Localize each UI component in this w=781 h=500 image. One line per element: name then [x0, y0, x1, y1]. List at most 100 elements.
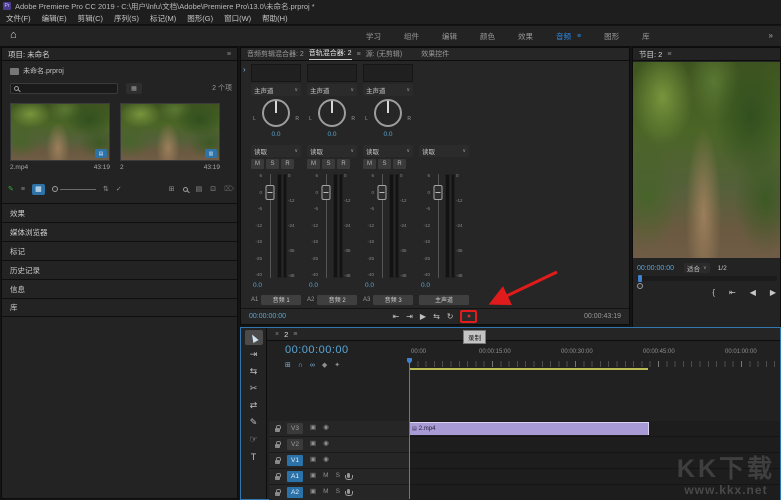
workspace-tab-learning[interactable]: 学习: [366, 31, 381, 42]
tab-audio-track-mixer-active[interactable]: 音轨混合器: 2: [309, 48, 352, 60]
automation-mode-dropdown[interactable]: 读取 ∨: [251, 145, 301, 157]
thumbnail-zoom-slider[interactable]: [52, 185, 96, 193]
menu-help[interactable]: 帮助(H): [262, 13, 287, 24]
time-ruler[interactable]: [409, 361, 780, 367]
volume-fader[interactable]: [431, 172, 444, 280]
program-scrubber[interactable]: [637, 276, 777, 281]
solo-button[interactable]: S: [336, 489, 340, 496]
automation-mode-dropdown[interactable]: 读取 ∨: [419, 145, 469, 157]
play-button[interactable]: ▶: [420, 313, 426, 321]
track-target-v2[interactable]: V2: [287, 439, 303, 450]
workspace-tab-assembly[interactable]: 组件: [404, 31, 419, 42]
pan-value[interactable]: 0.0: [251, 131, 301, 138]
hand-tool[interactable]: ☞: [245, 432, 263, 447]
program-current-time[interactable]: 00:00:00:00: [637, 265, 674, 272]
mute-button[interactable]: M: [323, 489, 328, 496]
track-name[interactable]: 音频 3: [373, 295, 413, 305]
menu-graphics[interactable]: 图形(G): [187, 13, 213, 24]
eye-icon[interactable]: ◉: [323, 425, 329, 432]
workspace-tab-graphics[interactable]: 图形: [604, 31, 619, 42]
selection-tool[interactable]: [245, 330, 263, 345]
solo-button[interactable]: S: [322, 159, 335, 169]
solo-button[interactable]: S: [378, 159, 391, 169]
mute-button[interactable]: M: [307, 159, 320, 169]
ripple-edit-tool[interactable]: ⇆: [245, 364, 263, 379]
solo-button[interactable]: S: [266, 159, 279, 169]
sort-icons-icon[interactable]: ⇅: [103, 185, 109, 193]
project-item-clip[interactable]: ▤ 2.mp4 43:19: [10, 103, 110, 171]
scrubber-knob[interactable]: [637, 283, 643, 289]
voiceover-mic-icon[interactable]: [347, 473, 350, 478]
menu-sequence[interactable]: 序列(S): [114, 13, 139, 24]
workspace-tab-libraries[interactable]: 库: [642, 31, 650, 42]
pan-value[interactable]: 0.0: [363, 131, 413, 138]
panel-tab-libraries[interactable]: 库: [2, 298, 237, 317]
track-select-tool[interactable]: ⇥: [245, 347, 263, 362]
filter-bin-button[interactable]: ▦: [126, 83, 142, 94]
eye-icon[interactable]: ◉: [323, 457, 329, 464]
panel-tab-media-browser[interactable]: 媒体浏览器: [2, 222, 237, 241]
workspace-tab-color[interactable]: 颜色: [480, 31, 495, 42]
pan-knob[interactable]: [318, 99, 346, 127]
panel-tab-markers[interactable]: 标记: [2, 241, 237, 260]
automation-mode-dropdown[interactable]: 读取 ∨: [363, 145, 413, 157]
mark-bracket-button[interactable]: {: [712, 288, 715, 297]
fader-handle[interactable]: [265, 185, 274, 200]
clear-icon[interactable]: ⌦: [224, 185, 234, 193]
volume-value[interactable]: 0.0: [363, 282, 413, 291]
snap-icon[interactable]: ∩: [298, 362, 303, 369]
list-view-icon[interactable]: ≡: [21, 186, 25, 193]
tab-audio-clip-mixer[interactable]: 音频剪辑混合器: 2: [247, 49, 304, 59]
record-arm-button[interactable]: R: [337, 159, 350, 169]
goto-out-button[interactable]: ⇥: [406, 313, 413, 321]
workspace-overflow-icon[interactable]: »: [769, 31, 773, 40]
project-item-sequence[interactable]: ▥ 2 43:19: [120, 103, 220, 171]
lock-icon[interactable]: [275, 444, 280, 448]
clip-thumbnail[interactable]: ▤: [10, 103, 110, 161]
goto-in-button[interactable]: ⇤: [393, 313, 400, 321]
eye-icon[interactable]: ◉: [323, 441, 329, 448]
playback-resolution[interactable]: 1/2: [718, 265, 727, 272]
workspace-tab-effects[interactable]: 效果: [518, 31, 533, 42]
type-tool[interactable]: T: [245, 449, 263, 464]
add-marker-icon[interactable]: ◆: [322, 361, 327, 369]
output-assign-dropdown[interactable]: 主声道 ∨: [251, 84, 301, 96]
linked-selection-icon[interactable]: ∞: [310, 362, 315, 369]
sync-lock-icon[interactable]: ▣: [310, 473, 316, 480]
mute-button[interactable]: M: [323, 473, 328, 480]
voiceover-mic-icon[interactable]: [347, 489, 350, 494]
play-button[interactable]: ▶: [770, 288, 776, 297]
tab-effect-controls[interactable]: 效果控件: [421, 49, 449, 59]
fx-sends-well[interactable]: [251, 64, 301, 82]
new-bin-icon[interactable]: ▤: [196, 185, 203, 193]
lock-icon[interactable]: [275, 460, 280, 464]
sequence-tab[interactable]: 2: [284, 330, 288, 339]
goto-in-button[interactable]: ⇤: [729, 288, 736, 297]
sync-lock-icon[interactable]: ▣: [310, 489, 316, 496]
menu-edit[interactable]: 编辑(E): [42, 13, 67, 24]
fader-handle[interactable]: [377, 185, 386, 200]
workspace-tab-menu-icon[interactable]: ≡: [577, 33, 581, 40]
close-icon[interactable]: ×: [275, 331, 279, 338]
volume-value[interactable]: 0.0: [307, 282, 357, 291]
workspace-tab-editing[interactable]: 编辑: [442, 31, 457, 42]
sync-lock-icon[interactable]: ▣: [310, 441, 316, 448]
panel-menu-icon[interactable]: ≡: [293, 331, 297, 338]
workspace-tab-audio-active[interactable]: 音频: [556, 31, 571, 42]
track-lane-v2[interactable]: [409, 437, 780, 453]
sync-lock-icon[interactable]: ▣: [310, 425, 316, 432]
track-target-a1[interactable]: A1: [287, 471, 303, 482]
automate-to-sequence-icon[interactable]: ⊞: [169, 185, 175, 193]
volume-fader[interactable]: [263, 172, 276, 280]
track-target-v1[interactable]: V1: [287, 455, 303, 466]
track-target-a2[interactable]: A2: [287, 487, 303, 498]
loop-button[interactable]: ↻: [447, 313, 454, 321]
tab-source-monitor[interactable]: 源: (无剪辑): [366, 49, 403, 59]
pan-value[interactable]: 0.0: [307, 131, 357, 138]
record-arm-button[interactable]: R: [393, 159, 406, 169]
slip-tool[interactable]: ⇄: [245, 398, 263, 413]
automation-mode-dropdown[interactable]: 读取 ∨: [307, 145, 357, 157]
panel-tab-info[interactable]: 信息: [2, 279, 237, 298]
timeline-current-time[interactable]: 00:00:00:00: [285, 344, 349, 356]
zoom-level-dropdown[interactable]: 适合 ∨: [684, 263, 710, 273]
